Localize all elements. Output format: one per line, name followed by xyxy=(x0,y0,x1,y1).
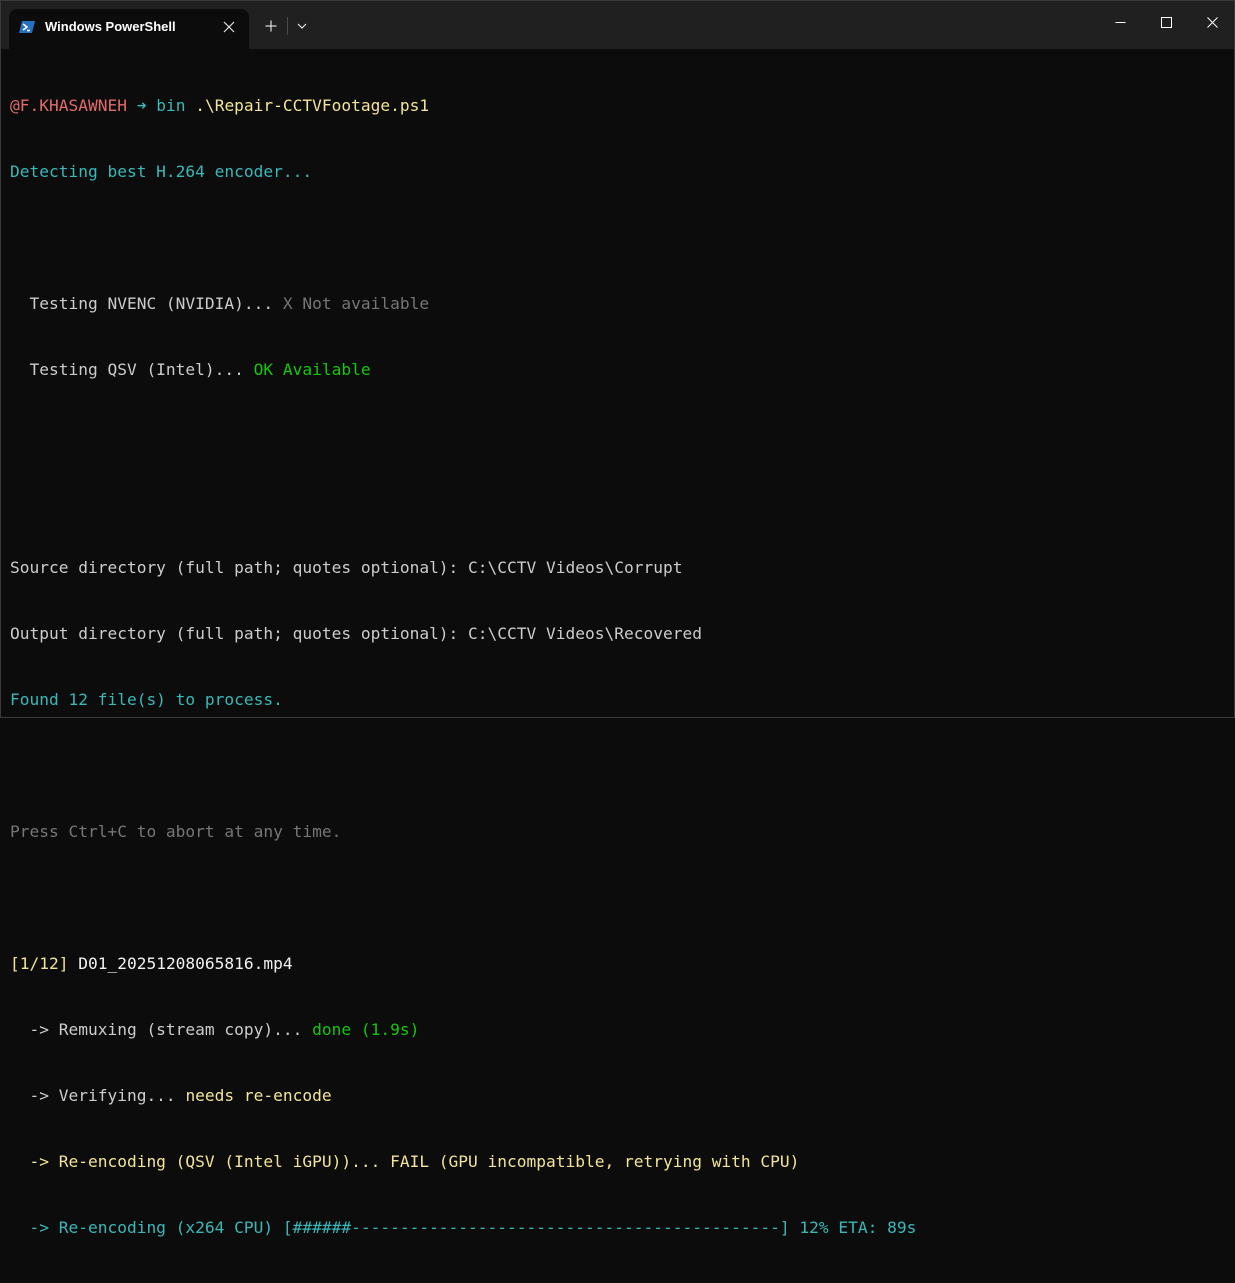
nvenc-status: X Not available xyxy=(282,294,430,313)
tab-title: Windows PowerShell xyxy=(45,19,176,34)
plus-icon xyxy=(265,20,277,32)
output-dir-line: Output directory (full path; quotes opti… xyxy=(10,624,702,643)
nvenc-line: Testing NVENC (NVIDIA)... X Not availabl… xyxy=(10,293,1220,315)
tab-separator xyxy=(287,17,288,35)
remux-status: done (1.9s) xyxy=(312,1020,420,1039)
reencode-qsv-line: -> Re-encoding (QSV (Intel iGPU))... FAI… xyxy=(10,1152,800,1171)
file-name: D01_20251208065816.mp4 xyxy=(68,954,293,973)
verify-line: -> Verifying... needs re-encode xyxy=(10,1085,1220,1107)
file-header-line: [1/12] D01_20251208065816.mp4 xyxy=(10,953,1220,975)
remux-line: -> Remuxing (stream copy)... done (1.9s) xyxy=(10,1019,1220,1041)
prompt-arrow: ➜ xyxy=(136,96,147,115)
reencode-cpu-progress-line: -> Re-encoding (x264 CPU) [######-------… xyxy=(10,1218,917,1237)
maximize-icon xyxy=(1160,16,1172,28)
found-files-line: Found 12 file(s) to process. xyxy=(10,690,283,709)
detecting-line: Detecting best H.264 encoder... xyxy=(10,162,313,181)
close-icon xyxy=(223,21,235,33)
minimize-button[interactable] xyxy=(1097,7,1143,37)
qsv-label: Testing QSV (Intel)... xyxy=(10,360,254,379)
prompt-dir: bin xyxy=(156,96,186,115)
remux-label: -> Remuxing (stream copy)... xyxy=(10,1020,313,1039)
close-icon xyxy=(1206,16,1218,28)
terminal-window: Windows PowerShell @F.KHASAWNEH ➜ bin .\… xyxy=(0,0,1235,1237)
powershell-icon xyxy=(19,19,35,35)
qsv-status: OK Available xyxy=(253,360,371,379)
abort-hint-line: Press Ctrl+C to abort at any time. xyxy=(10,822,342,841)
qsv-line: Testing QSV (Intel)... OK Available xyxy=(10,359,1220,381)
profile-dropdown-button[interactable] xyxy=(291,15,313,37)
verify-label: -> Verifying... xyxy=(10,1086,186,1105)
minimize-icon xyxy=(1115,21,1125,23)
maximize-button[interactable] xyxy=(1143,7,1189,37)
close-window-button[interactable] xyxy=(1189,7,1235,37)
chevron-down-icon xyxy=(297,23,307,29)
file-index: [1/12] xyxy=(10,954,69,973)
prompt-user: @F.KHASAWNEH xyxy=(10,96,127,115)
tab-close-button[interactable] xyxy=(219,17,239,37)
prompt-line: @F.KHASAWNEH ➜ bin .\Repair-CCTVFootage.… xyxy=(10,95,1220,117)
prompt-command: .\Repair-CCTVFootage.ps1 xyxy=(195,96,430,115)
title-bar[interactable]: Windows PowerShell xyxy=(1,1,1234,49)
terminal-output[interactable]: @F.KHASAWNEH ➜ bin .\Repair-CCTVFootage.… xyxy=(10,51,1220,1237)
verify-status: needs re-encode xyxy=(185,1086,332,1105)
new-tab-button[interactable] xyxy=(259,15,283,37)
nvenc-label: Testing NVENC (NVIDIA)... xyxy=(10,294,283,313)
tab-windows-powershell[interactable]: Windows PowerShell xyxy=(9,9,249,49)
source-dir-line: Source directory (full path; quotes opti… xyxy=(10,558,683,577)
